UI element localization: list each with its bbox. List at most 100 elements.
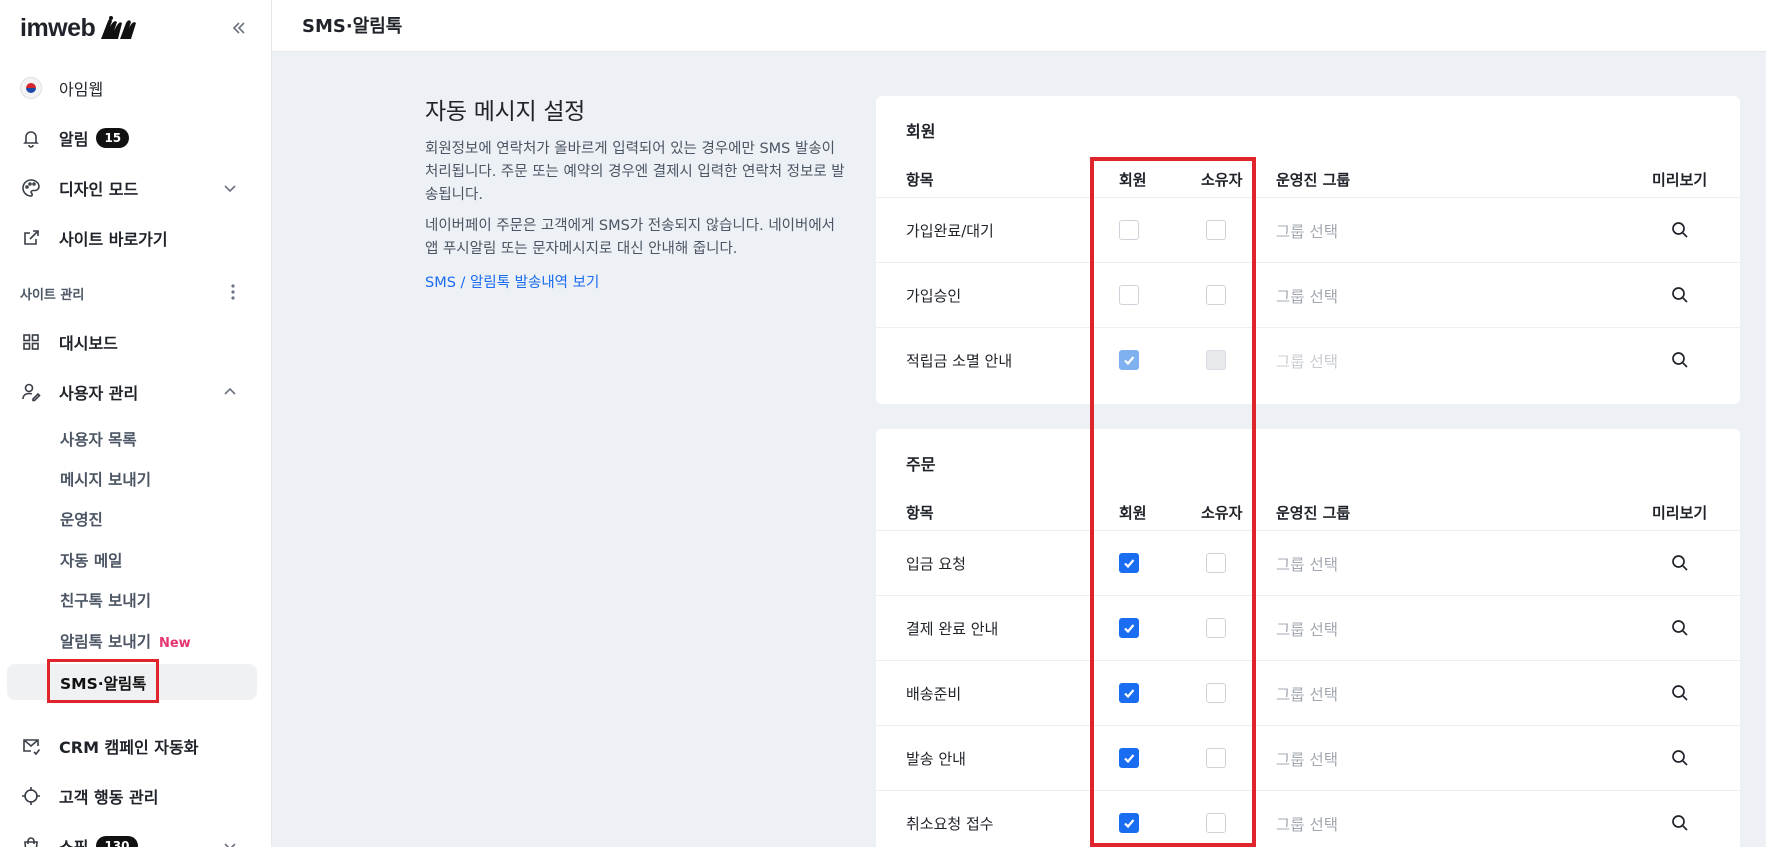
more-vertical-icon[interactable] <box>224 282 242 302</box>
alerts-count-badge: 15 <box>96 128 130 148</box>
top-header: SMS·알림톡 <box>272 0 1766 52</box>
sidebar-item-visit-site[interactable]: 사이트 바로가기 <box>7 220 257 256</box>
site-name: 아임웹 <box>59 80 104 99</box>
description-paragraph-2: 네이버페이 주문은 고객에게 SMS가 전송되지 않습니다. 네이버에서 앱 푸… <box>425 218 836 257</box>
col-preview: 미리보기 <box>1652 171 1708 189</box>
row-label: 취소요청 접수 <box>906 815 994 833</box>
sidebar-item-user-management[interactable]: 사용자 관리 <box>7 374 257 410</box>
staff-group-select: 그룹 선택 <box>1276 353 1338 371</box>
preview-search-icon[interactable] <box>1670 220 1690 240</box>
staff-group-select[interactable]: 그룹 선택 <box>1276 553 1338 575</box>
section-title: 자동 메시지 설정 <box>425 99 586 125</box>
user-management-label: 사용자 관리 <box>59 384 139 403</box>
sidebar-item-shop[interactable]: 쇼핑 130 <box>7 828 257 847</box>
shopping-bag-icon <box>20 835 42 847</box>
sidebar-item-design-mode[interactable]: 디자인 모드 <box>7 170 257 206</box>
send-history-link[interactable]: SMS / 알림톡 발송내역 보기 <box>425 271 845 292</box>
table-row: 가입승인 그룹 선택 <box>876 263 1740 328</box>
mail-automation-icon <box>20 735 42 757</box>
staff-group-select[interactable]: 그룹 선택 <box>1276 285 1338 307</box>
logo-mark-icon <box>101 16 137 39</box>
table-row: 입금 요청 그룹 선택 <box>876 531 1740 596</box>
shop-label: 쇼핑 <box>59 834 88 847</box>
description-panel: 자동 메시지 설정 회원정보에 연락처가 올바르게 입력되어 있는 경우에만 S… <box>425 92 845 292</box>
table-row: 취소요청 접수 그룹 선택 <box>876 791 1740 847</box>
sidebar-item-alerts[interactable]: 알림 15 <box>7 120 257 156</box>
logo-row: imweb <box>0 0 271 56</box>
alerts-label: 알림 <box>59 130 89 149</box>
alimtalk-label: 알림톡 보내기 <box>60 633 151 651</box>
staff-group-select[interactable]: 그룹 선택 <box>1276 748 1338 770</box>
highlight-box-nav <box>47 659 159 703</box>
row-label: 가입승인 <box>906 287 962 305</box>
preview-search-icon[interactable] <box>1670 748 1690 768</box>
sidebar-subitem-staff[interactable]: 운영진 <box>60 508 103 530</box>
col-preview: 미리보기 <box>1652 504 1708 522</box>
new-tag: New <box>158 636 191 651</box>
user-edit-icon <box>20 381 42 403</box>
preview-search-icon[interactable] <box>1670 553 1690 573</box>
preview-search-icon[interactable] <box>1670 618 1690 638</box>
card-title: 회원 <box>906 122 936 141</box>
sidebar-subitem-alimtalk[interactable]: 알림톡 보내기 New <box>60 630 191 652</box>
card-title: 주문 <box>906 455 936 474</box>
sidebar-item-customer-behavior[interactable]: 고객 행동 관리 <box>7 778 257 814</box>
sidebar-subitem-auto-mail[interactable]: 자동 메일 <box>60 549 122 571</box>
sidebar-subitem-user-list[interactable]: 사용자 목록 <box>60 428 137 450</box>
dashboard-label: 대시보드 <box>59 334 118 353</box>
preview-search-icon[interactable] <box>1670 350 1690 370</box>
site-management-section-label: 사이트 관리 <box>20 288 85 303</box>
table-row: 적립금 소멸 안내 그룹 선택 <box>876 328 1740 393</box>
external-link-icon <box>20 227 42 249</box>
staff-group-select[interactable]: 그룹 선택 <box>1276 618 1338 640</box>
col-item: 항목 <box>906 171 934 189</box>
visit-site-label: 사이트 바로가기 <box>59 230 168 249</box>
table-header: 항목 회원 소유자 운영진 그룹 미리보기 <box>876 491 1740 531</box>
row-label: 입금 요청 <box>906 555 966 573</box>
sidebar: imweb 아임웹 알림 15 디자인 모드 사이트 바로가기 사이트 관리 대… <box>0 0 272 847</box>
customer-behavior-label: 고객 행동 관리 <box>59 788 159 807</box>
crosshair-icon <box>20 785 42 807</box>
collapse-sidebar-icon[interactable] <box>227 16 251 40</box>
table-header: 항목 회원 소유자 운영진 그룹 미리보기 <box>876 158 1740 198</box>
site-switcher[interactable]: 아임웹 <box>7 70 257 106</box>
row-label: 배송준비 <box>906 685 962 703</box>
korea-flag-icon <box>20 77 42 99</box>
staff-group-select[interactable]: 그룹 선택 <box>1276 813 1338 835</box>
order-settings-card: 주문 항목 회원 소유자 운영진 그룹 미리보기 입금 요청 그룹 선택 결제 완료… <box>876 429 1740 847</box>
table-row: 배송준비 그룹 선택 <box>876 661 1740 726</box>
col-staff-group: 운영진 그룹 <box>1276 171 1351 189</box>
sidebar-subitem-friendtalk[interactable]: 친구톡 보내기 <box>60 589 151 611</box>
col-staff-group: 운영진 그룹 <box>1276 504 1351 522</box>
chevron-up-icon <box>224 387 236 395</box>
chevron-down-icon <box>224 185 236 193</box>
imweb-logo[interactable]: imweb <box>20 14 138 43</box>
shop-count-badge: 130 <box>96 836 138 847</box>
logo-text: imweb <box>20 13 96 42</box>
sidebar-subitem-send-message[interactable]: 메시지 보내기 <box>60 468 151 490</box>
sidebar-item-crm[interactable]: CRM 캠페인 자동화 <box>7 728 257 764</box>
row-label: 가입완료/대기 <box>906 222 994 240</box>
bell-icon <box>20 127 42 149</box>
member-settings-card: 회원 항목 회원 소유자 운영진 그룹 미리보기 가입완료/대기 그룹 선택 가입승… <box>876 96 1740 404</box>
palette-icon <box>20 177 42 199</box>
preview-search-icon[interactable] <box>1670 285 1690 305</box>
staff-group-select[interactable]: 그룹 선택 <box>1276 220 1338 242</box>
col-item: 항목 <box>906 504 934 522</box>
page-title: SMS·알림톡 <box>302 16 403 37</box>
preview-search-icon[interactable] <box>1670 813 1690 833</box>
table-row: 결제 완료 안내 그룹 선택 <box>876 596 1740 661</box>
chevron-down-icon <box>224 843 236 847</box>
description-paragraph-1: 회원정보에 연락처가 올바르게 입력되어 있는 경우에만 SMS 발송이 처리됩… <box>425 141 845 203</box>
highlight-box-columns <box>1090 157 1256 847</box>
grid-icon <box>20 331 42 353</box>
row-label: 결제 완료 안내 <box>906 620 999 638</box>
design-mode-label: 디자인 모드 <box>59 180 139 199</box>
staff-group-select[interactable]: 그룹 선택 <box>1276 683 1338 705</box>
preview-search-icon[interactable] <box>1670 683 1690 703</box>
row-label: 적립금 소멸 안내 <box>906 352 1013 370</box>
crm-label: CRM 캠페인 자동화 <box>59 738 199 757</box>
row-label: 발송 안내 <box>906 750 966 768</box>
sidebar-item-dashboard[interactable]: 대시보드 <box>7 324 257 360</box>
table-row: 가입완료/대기 그룹 선택 <box>876 198 1740 263</box>
